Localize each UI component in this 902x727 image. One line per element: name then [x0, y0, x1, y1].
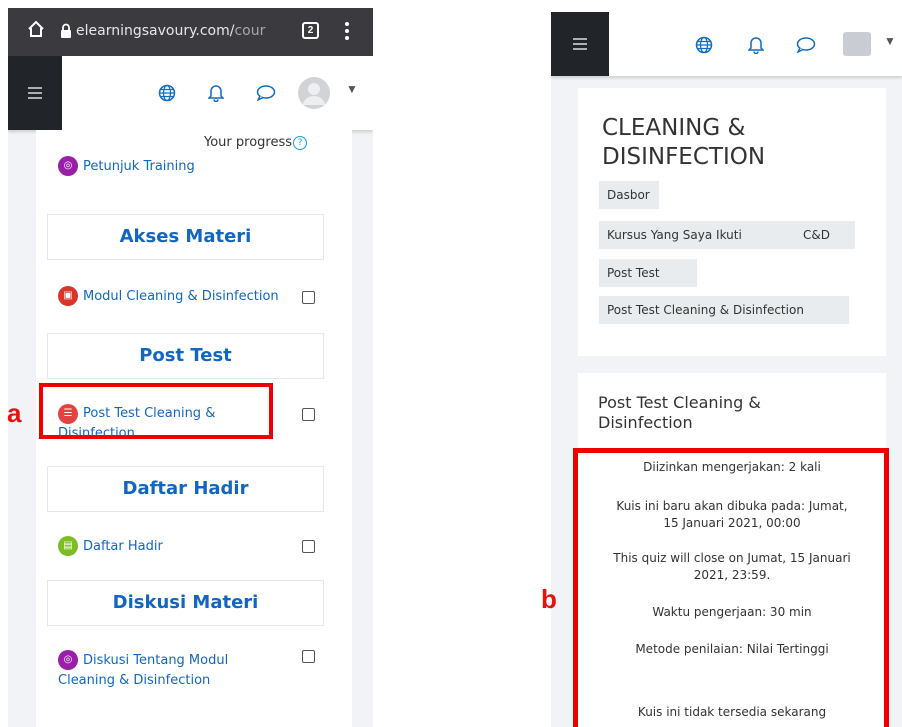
- globe-icon[interactable]: [695, 36, 713, 59]
- breadcrumb-post-test[interactable]: Post Test: [599, 259, 697, 287]
- user-avatar[interactable]: [298, 77, 330, 109]
- url-host: elearningsavoury.com/: [76, 23, 235, 39]
- section-diskusi-materi[interactable]: Diskusi Materi: [47, 580, 324, 626]
- breadcrumb-dasbor[interactable]: Dasbor: [599, 181, 659, 209]
- attendance-icon: ▤: [58, 536, 78, 556]
- highlight-box-a: [39, 383, 273, 439]
- url-path: cour: [234, 23, 266, 39]
- hamburger-icon[interactable]: [8, 56, 62, 130]
- completion-checkbox[interactable]: [302, 650, 315, 663]
- tab-count-button[interactable]: 2: [302, 22, 319, 39]
- activity-modul[interactable]: Modul Cleaning & Disinfection: [83, 289, 279, 304]
- chevron-down-icon[interactable]: ▼: [884, 34, 896, 48]
- activity-diskusi-line1[interactable]: Diskusi Tentang Modul: [83, 653, 228, 668]
- section-daftar-hadir[interactable]: Daftar Hadir: [47, 466, 324, 512]
- forum-icon: ◎: [58, 650, 78, 670]
- lock-icon: [60, 23, 72, 44]
- breadcrumb-post-test-full[interactable]: Post Test Cleaning & Disinfection: [599, 296, 849, 324]
- annotation-label-b: b: [541, 584, 557, 614]
- left-screen: elearningsavoury.com/cour 2 ▼ Your progr…: [8, 8, 373, 727]
- quiz-title: Post Test Cleaning & Disinfection: [598, 393, 761, 432]
- completion-checkbox[interactable]: [302, 540, 315, 553]
- breadcrumb-kursus[interactable]: Kursus Yang Saya Ikuti: [599, 221, 795, 249]
- hamburger-icon[interactable]: [551, 12, 609, 76]
- bell-icon[interactable]: [207, 83, 225, 107]
- user-avatar[interactable]: [843, 32, 871, 56]
- activity-petunjuk-training[interactable]: Petunjuk Training: [83, 159, 195, 174]
- pdf-icon: ▣: [58, 286, 78, 306]
- highlight-box-b: [573, 448, 889, 727]
- breadcrumb-course[interactable]: C&D: [793, 221, 855, 249]
- section-akses-materi[interactable]: Akses Materi: [47, 214, 324, 260]
- kebab-icon[interactable]: [345, 21, 349, 46]
- chat-icon[interactable]: [256, 85, 276, 106]
- chat-icon[interactable]: [796, 37, 816, 58]
- globe-icon[interactable]: [158, 84, 176, 107]
- annotation-label-a: a: [7, 398, 22, 428]
- course-header-card: CLEANING & DISINFECTION Dasbor Kursus Ya…: [578, 88, 886, 356]
- browser-toolbar: elearningsavoury.com/cour 2: [8, 8, 373, 56]
- completion-checkbox[interactable]: [302, 408, 315, 421]
- activity-daftar-hadir[interactable]: Daftar Hadir: [83, 539, 163, 554]
- moodle-navbar: ▼: [551, 12, 902, 76]
- moodle-navbar: ▼: [8, 56, 373, 130]
- activity-diskusi-line2[interactable]: Cleaning & Disinfection: [58, 673, 210, 688]
- course-title: CLEANING & DISINFECTION: [602, 115, 766, 170]
- progress-label: Your progress?: [204, 135, 308, 150]
- forum-icon: ◎: [58, 156, 78, 176]
- help-icon[interactable]: ?: [293, 136, 308, 150]
- completion-checkbox[interactable]: [302, 291, 315, 304]
- home-icon[interactable]: [26, 19, 46, 44]
- bell-icon[interactable]: [747, 35, 765, 59]
- chevron-down-icon[interactable]: ▼: [346, 82, 358, 96]
- section-post-test[interactable]: Post Test: [47, 333, 324, 379]
- url-bar[interactable]: elearningsavoury.com/cour: [76, 23, 265, 39]
